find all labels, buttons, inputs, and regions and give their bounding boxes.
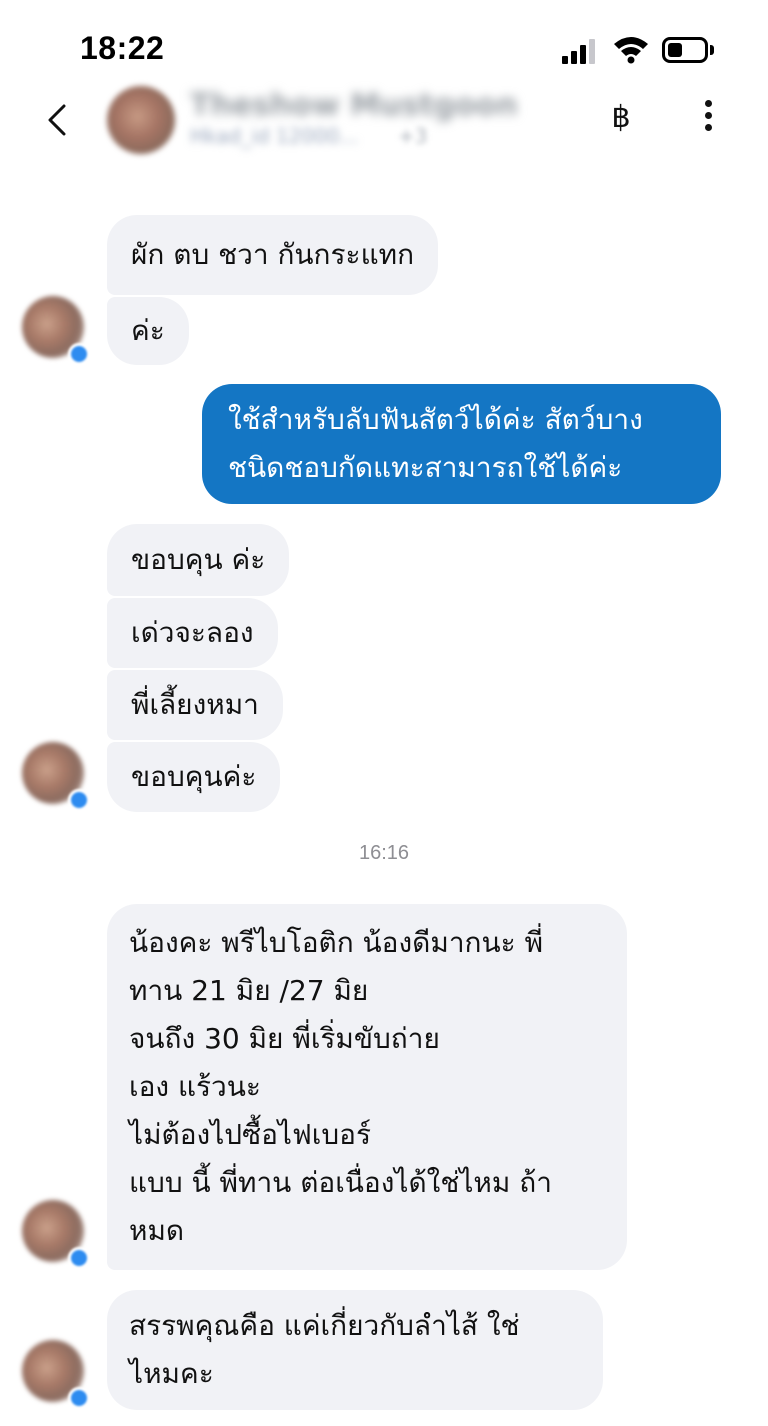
online-status-dot (68, 789, 90, 811)
incoming-message[interactable]: ขอบคุนค่ะ (107, 742, 281, 812)
incoming-message[interactable]: น้องคะ พรีไบโอติก น้องดีมากนะ พี่ ทาน 21… (107, 904, 627, 1270)
message-text: เด่วจะลอง (131, 616, 254, 649)
incoming-message[interactable]: ค่ะ (107, 297, 189, 365)
incoming-message[interactable]: ขอบคุน ค่ะ (107, 524, 290, 596)
incoming-message[interactable]: สรรพคุณคือ แค่เกี่ยวกับลำไส้ ใช่ ไหมคะ (107, 1290, 603, 1410)
status-time: 18:22 (80, 30, 165, 66)
contact-subtitle: Hkad_id 12000... (190, 124, 359, 148)
message-text: พี่เลี้ยงหมา (131, 688, 259, 721)
message-text: เอง แร้วนะ (129, 1070, 261, 1103)
message-text: ขอบคุน ค่ะ (131, 543, 266, 576)
message-text: ใช้สำหรับลับฟันสัตว์ได้ค่ะ สัตว์บาง (228, 403, 643, 436)
status-bar: 18:22 (0, 0, 768, 90)
message-timestamp: 16:16 (358, 842, 410, 864)
wifi-icon (614, 37, 648, 64)
message-text: น้องคะ พรีไบโอติก น้องดีมากนะ พี่ (129, 926, 544, 959)
message-text: ค่ะ (131, 314, 165, 347)
battery-tip (710, 45, 714, 55)
message-text: จนถึง 30 มิย พี่เริ่มขับถ่าย (129, 1022, 440, 1055)
message-text: ไม่ต้องไปซื้อไฟเบอร์ (129, 1118, 371, 1151)
online-status-dot (68, 1387, 90, 1409)
chat-header: Theshow Mustgoon Hkad_id 12000... +3 ฿ (0, 80, 768, 170)
chevron-left-icon[interactable] (38, 100, 78, 140)
baht-icon[interactable]: ฿ (606, 100, 636, 135)
message-text: แบบ นี้ พี่ทาน ต่อเนื่องได้ใช่ไหม ถ้า (129, 1166, 552, 1199)
vertical-dots-icon[interactable] (700, 100, 716, 136)
message-text: ไหมคะ (129, 1357, 214, 1390)
incoming-message[interactable]: เด่วจะลอง (107, 598, 278, 668)
contact-avatar[interactable] (107, 86, 175, 154)
message-text: หมด (129, 1214, 185, 1247)
cellular-signal-icon (562, 38, 602, 64)
message-text: ทาน 21 มิย /27 มิย (129, 974, 369, 1007)
incoming-message[interactable]: พี่เลี้ยงหมา (107, 670, 283, 740)
contact-name[interactable]: Theshow Mustgoon (190, 88, 518, 123)
contact-subtitle-count: +3 (398, 124, 428, 148)
online-status-dot (68, 343, 90, 365)
incoming-message[interactable]: ผัก ตบ ชวา กันกระแทก (107, 215, 439, 295)
message-text: ผัก ตบ ชวา กันกระแทก (131, 238, 415, 271)
message-text: ชนิดชอบกัดแทะสามารถใช้ได้ค่ะ (228, 451, 623, 484)
message-text: ขอบคุนค่ะ (131, 760, 257, 793)
battery-icon (662, 37, 708, 63)
outgoing-message[interactable]: ใช้สำหรับลับฟันสัตว์ได้ค่ะ สัตว์บาง ชนิด… (202, 384, 721, 504)
online-status-dot (68, 1247, 90, 1269)
message-text: สรรพคุณคือ แค่เกี่ยวกับลำไส้ ใช่ (129, 1309, 520, 1342)
